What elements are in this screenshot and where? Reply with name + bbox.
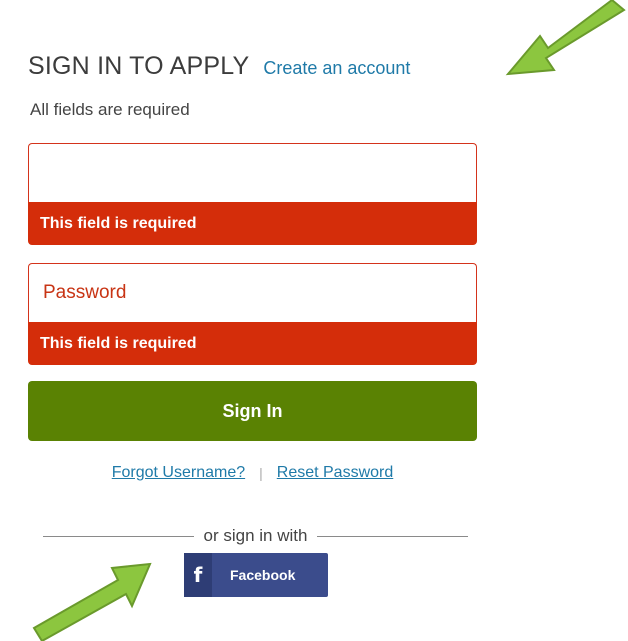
facebook-sign-in-button[interactable]: f Facebook: [184, 553, 328, 597]
username-input[interactable]: [28, 143, 477, 202]
or-sign-in-with-text: or sign in with: [203, 526, 308, 545]
forgot-username-link[interactable]: Forgot Username?: [112, 464, 245, 482]
annotation-arrow-bottom-icon: [32, 562, 152, 641]
divider-line-right: [317, 535, 468, 537]
page-title: SIGN IN TO APPLY: [28, 52, 250, 80]
reset-password-link[interactable]: Reset Password: [277, 464, 394, 482]
facebook-label: Facebook: [230, 567, 296, 583]
password-input[interactable]: Password: [28, 263, 477, 322]
sign-in-button[interactable]: Sign In: [28, 381, 477, 441]
password-field-group: Password This field is required: [28, 263, 477, 365]
username-field-group: This field is required: [28, 143, 477, 245]
create-account-link[interactable]: Create an account: [263, 58, 410, 79]
heading-row: SIGN IN TO APPLY Create an account: [28, 52, 410, 81]
password-error: This field is required: [28, 322, 477, 365]
annotation-arrow-top-icon: [505, 0, 626, 76]
username-error: This field is required: [28, 202, 477, 245]
facebook-f-icon: f: [184, 553, 212, 597]
social-divider: or sign in with: [43, 526, 468, 546]
link-separator: |: [259, 465, 263, 481]
account-help-links: Forgot Username? | Reset Password: [28, 464, 477, 482]
required-fields-note: All fields are required: [30, 100, 190, 119]
divider-line-left: [43, 535, 194, 537]
